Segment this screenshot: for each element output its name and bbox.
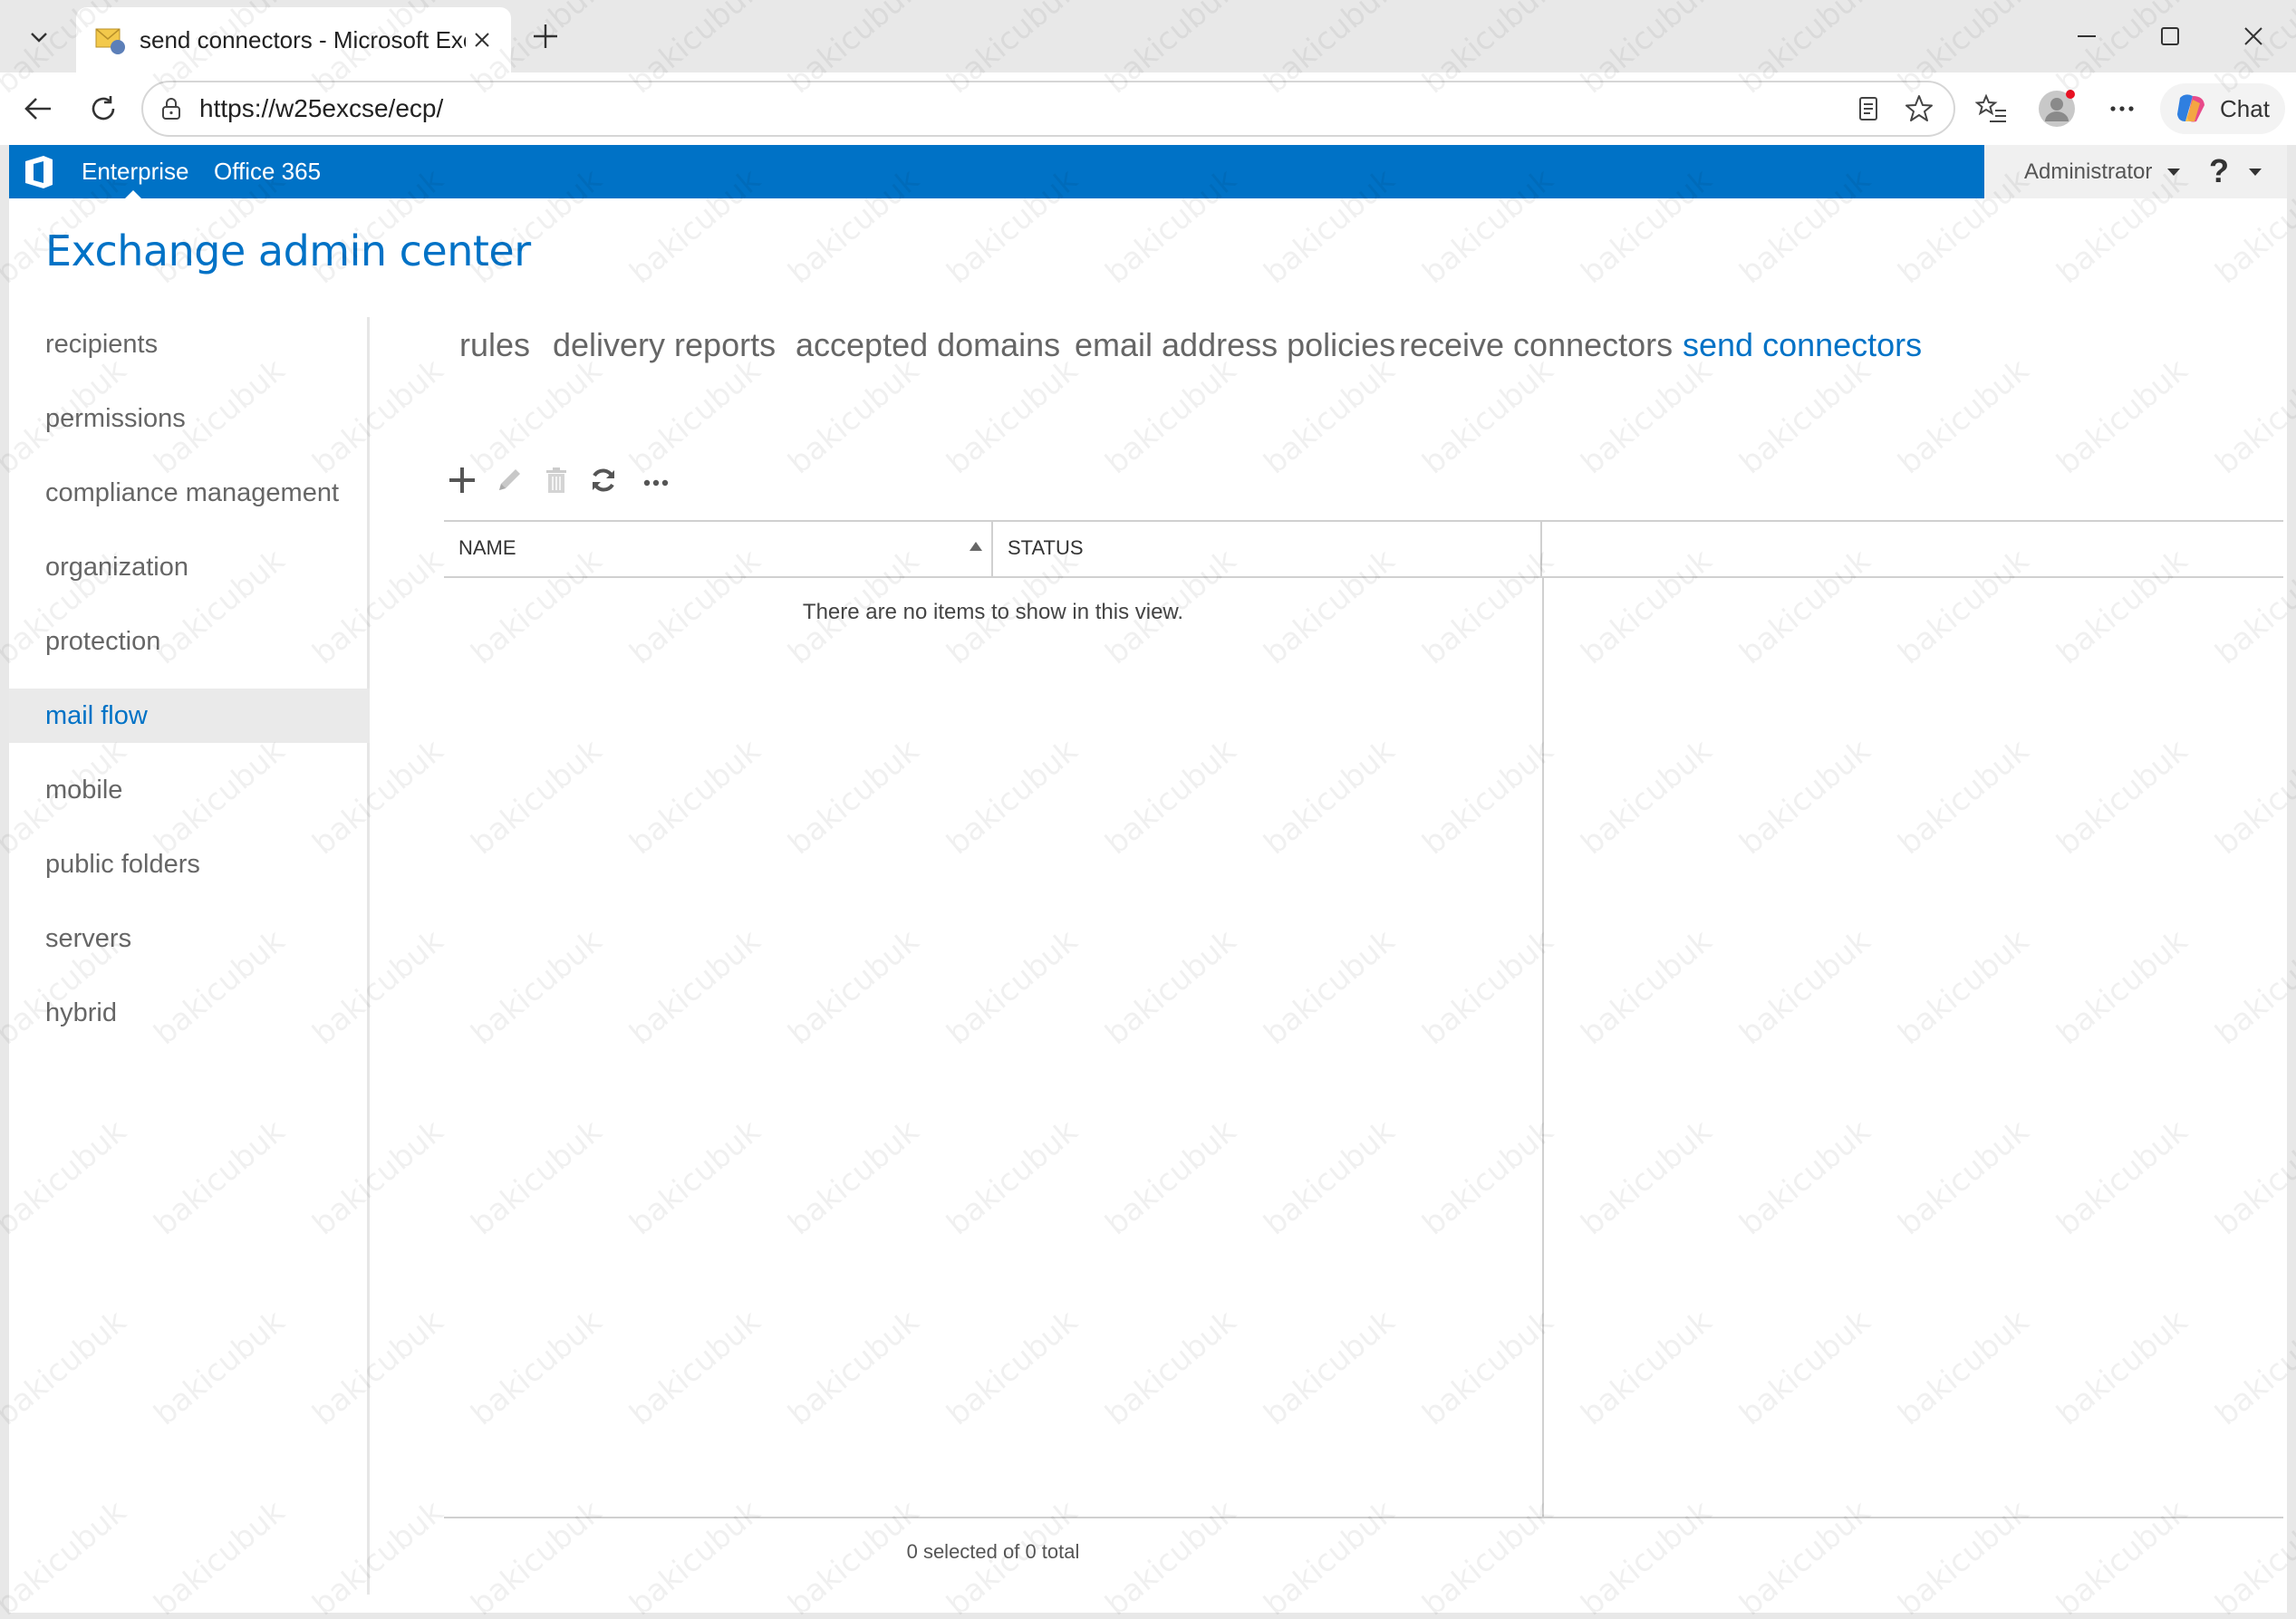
office365-navbar: Enterprise Office 365 Administrator ? [9, 145, 2287, 198]
tab-send-connectors[interactable]: send connectors [1683, 326, 1922, 364]
sort-ascending-icon[interactable] [970, 542, 982, 551]
connectors-grid: NAME STATUS There are no items to show i… [444, 520, 2287, 1563]
help-icon[interactable]: ? [2209, 152, 2229, 190]
user-menu-caret-icon[interactable] [2167, 169, 2180, 176]
edit-pencil-icon[interactable] [491, 462, 527, 498]
browser-tab-active[interactable]: send connectors - Microsoft Excha [76, 7, 511, 72]
tab-email-address-policies[interactable]: email address policies [1075, 326, 1395, 364]
favorites-list-icon[interactable] [1968, 85, 2015, 132]
nav-item-organization[interactable]: organization [9, 540, 370, 594]
add-plus-icon[interactable] [444, 462, 480, 498]
nav-item-hybrid[interactable]: hybrid [9, 986, 370, 1040]
back-arrow-icon[interactable] [14, 85, 62, 132]
column-separator[interactable] [1540, 520, 1542, 578]
maximize-icon[interactable] [2138, 13, 2202, 60]
site-info-lock-icon[interactable] [158, 95, 185, 122]
profile-avatar[interactable] [2033, 85, 2080, 132]
exchange-favicon-icon [95, 28, 125, 54]
empty-list-message: There are no items to show in this view. [802, 600, 1184, 624]
tab-delivery-reports[interactable]: delivery reports [553, 326, 776, 364]
selected-caret [125, 190, 141, 198]
grid-header-top-border [444, 520, 2283, 522]
column-separator[interactable] [991, 520, 993, 578]
favorite-star-icon[interactable] [1899, 89, 1939, 129]
nav-item-permissions[interactable]: permissions [9, 391, 370, 446]
nav-item-servers[interactable]: servers [9, 911, 370, 966]
nav-item-recipients[interactable]: recipients [9, 317, 370, 371]
help-caret-icon[interactable] [2249, 169, 2262, 176]
enterprise-link[interactable]: Enterprise [82, 158, 189, 186]
more-options-icon[interactable] [2098, 85, 2146, 132]
office-logo-icon[interactable] [22, 154, 56, 190]
chat-label: Chat [2220, 94, 2270, 122]
browser-toolbar: https://w25excse/ecp/ Chat [0, 72, 2296, 145]
new-tab-plus-icon[interactable] [522, 13, 569, 60]
more-actions-ellipsis-icon[interactable] [638, 462, 674, 498]
reader-view-icon[interactable] [1848, 89, 1888, 129]
address-bar[interactable]: https://w25excse/ecp/ [141, 81, 1955, 137]
grid-header-bottom-border [444, 576, 2283, 578]
user-menu[interactable]: Administrator [2024, 159, 2152, 185]
column-header-status[interactable]: STATUS [1008, 536, 1084, 560]
browser-tabstrip: send connectors - Microsoft Excha [0, 0, 2296, 72]
minimize-icon[interactable] [2055, 13, 2118, 60]
selection-count: 0 selected of 0 total [906, 1540, 1080, 1563]
nav-item-protection[interactable]: protection [9, 614, 370, 669]
tab-list-chevron-icon[interactable] [13, 11, 65, 63]
user-area: Administrator ? [1984, 145, 2287, 198]
copilot-icon [2177, 94, 2204, 122]
grid-footer-border [444, 1517, 2283, 1518]
url-text[interactable]: https://w25excse/ecp/ [199, 94, 1838, 123]
office365-link[interactable]: Office 365 [214, 158, 321, 186]
delete-trash-icon[interactable] [538, 462, 574, 498]
window-close-icon[interactable] [2222, 13, 2285, 60]
details-pane-divider [1542, 578, 1544, 1517]
copilot-chat-button[interactable]: Chat [2160, 83, 2285, 134]
nav-item-compliance-management[interactable]: compliance management [9, 466, 370, 520]
tab-title: send connectors - Microsoft Excha [140, 25, 466, 53]
page-title: Exchange admin center [45, 226, 531, 275]
tab-rules[interactable]: rules [459, 326, 530, 364]
column-header-name[interactable]: NAME [458, 536, 516, 560]
tab-close-icon[interactable] [466, 24, 498, 56]
nav-item-public-folders[interactable]: public folders [9, 837, 370, 891]
left-navigation: recipients permissions compliance manage… [9, 317, 370, 1595]
page-viewport: Enterprise Office 365 Administrator ? Ex… [9, 145, 2287, 1613]
tab-receive-connectors[interactable]: receive connectors [1399, 326, 1673, 364]
refresh-icon[interactable] [80, 85, 127, 132]
tab-accepted-domains[interactable]: accepted domains [796, 326, 1060, 364]
nav-item-mail-flow[interactable]: mail flow [9, 689, 370, 743]
refresh-icon-list[interactable] [585, 462, 622, 498]
nav-item-mobile[interactable]: mobile [9, 763, 370, 817]
